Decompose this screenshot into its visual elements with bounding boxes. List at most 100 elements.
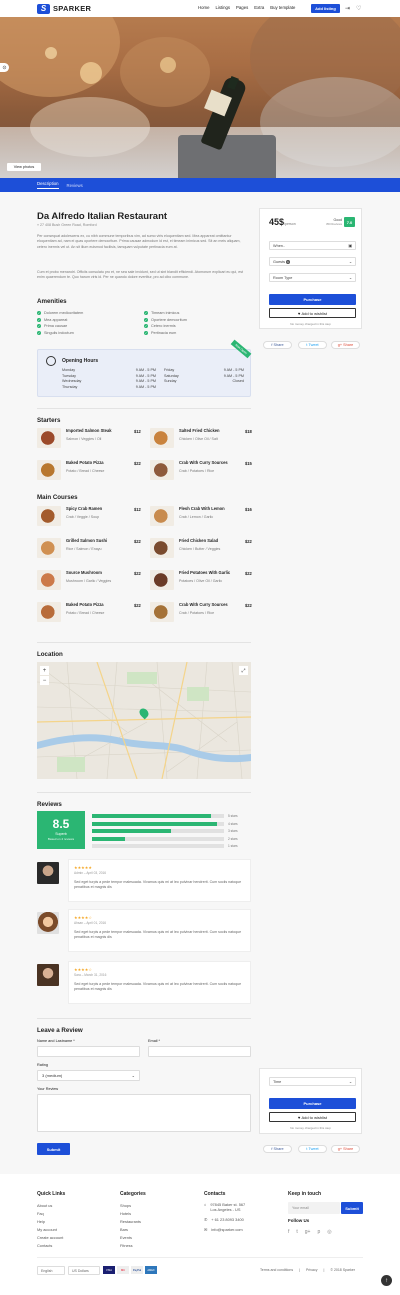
footer-link[interactable]: Bars: [120, 1226, 141, 1234]
guests-input[interactable]: Guests 1 ⌄: [269, 257, 356, 266]
footer-link[interactable]: Restaurants: [120, 1218, 141, 1226]
google-plus-icon[interactable]: g+: [305, 1229, 311, 1235]
menu-item-desc: Salmon / Veggies / Oil: [66, 437, 102, 441]
amenity-item: ✓ Mea appareat: [37, 317, 68, 322]
footer-phone[interactable]: ✆ + 61 23 8093 3400: [204, 1216, 244, 1224]
add-to-wishlist-button[interactable]: ♥ Add to wishlist: [269, 308, 356, 318]
clock-icon: [46, 356, 56, 366]
rating-bar-row: 1 stars: [92, 843, 250, 850]
menu-item: Crab With Curry Sources Crab / Potatoes /…: [150, 460, 228, 480]
menu-item-price: $16: [245, 507, 252, 512]
review-textarea[interactable]: [37, 1094, 251, 1132]
footer-email[interactable]: ✉ info@sparker.com: [204, 1226, 243, 1234]
avatar: [37, 862, 59, 884]
rating-bar-row: 4 stars: [92, 821, 250, 828]
footer-link[interactable]: Fitness: [120, 1242, 141, 1250]
submit-review-button[interactable]: Submit: [37, 1143, 70, 1155]
footer-link[interactable]: About us: [37, 1202, 63, 1210]
purchase-button[interactable]: Purchase: [269, 294, 356, 305]
facebook-share-button[interactable]: f Share: [263, 1145, 292, 1153]
check-icon: ✓: [37, 324, 41, 329]
tab-reviews[interactable]: Reviews: [67, 183, 83, 188]
check-icon: ✓: [144, 330, 148, 335]
brand-logo[interactable]: S SPARKER: [37, 3, 91, 14]
footer-link[interactable]: Events: [120, 1234, 141, 1242]
chevron-down-icon: ⌄: [348, 1080, 352, 1084]
nav-extra[interactable]: Extra: [254, 5, 264, 10]
expand-icon[interactable]: ⊙: [0, 63, 9, 72]
terms-link[interactable]: Terms and conditions: [260, 1268, 293, 1272]
zoom-out-icon[interactable]: −: [40, 676, 49, 685]
instagram-icon[interactable]: ◎: [327, 1229, 331, 1235]
zoom-in-icon[interactable]: +: [40, 666, 49, 675]
menu-item-name: Grilled Salmon Sushi: [66, 538, 108, 543]
twitter-icon[interactable]: t: [296, 1229, 297, 1235]
listing-address: ⌖ 27 408 Bush Green Road, Romford: [37, 223, 97, 227]
rating-label: Rating: [37, 1063, 48, 1067]
add-to-wishlist-button-sticky[interactable]: ♥ Add to wishlist: [269, 1112, 356, 1122]
pinterest-icon[interactable]: p: [317, 1229, 320, 1235]
menu-item: Fried Chicken Salad Chicken / Butter / Ve…: [150, 538, 220, 558]
fullscreen-icon[interactable]: ⤢: [239, 666, 248, 675]
google-share-button[interactable]: g+ Share: [331, 1145, 360, 1153]
menu-item-name: Flesh Crab With Lemon: [179, 506, 225, 511]
amenity-item: ✓ Oportere democritum: [144, 317, 187, 322]
privacy-link[interactable]: Privacy: [306, 1268, 317, 1272]
google-share-button[interactable]: g+ Share: [331, 341, 360, 349]
nav-listings[interactable]: Listings: [215, 5, 230, 10]
amenity-item: ✓ Dolorem mediocritatem: [37, 311, 84, 316]
newsletter-submit-button[interactable]: Submit: [341, 1202, 363, 1214]
purchase-button-sticky[interactable]: Purchase: [269, 1098, 356, 1109]
back-to-top-icon[interactable]: ↑: [381, 1275, 392, 1286]
nav-buy-template[interactable]: Buy template: [270, 5, 295, 10]
footer-link[interactable]: Create account: [37, 1234, 63, 1242]
nav-pages[interactable]: Pages: [236, 5, 248, 10]
footer-link[interactable]: Help: [37, 1218, 63, 1226]
tab-description[interactable]: Description: [37, 181, 59, 189]
footer-link[interactable]: My account: [37, 1226, 63, 1234]
language-select[interactable]: English: [37, 1266, 65, 1275]
footer-link[interactable]: Faq: [37, 1210, 63, 1218]
booking-widget: 45$/person Good 350 Reviews 7.0 When.. ▣ G…: [259, 208, 362, 329]
time-select[interactable]: Time ⌄: [269, 1077, 356, 1086]
divider: [37, 792, 251, 793]
booking-rating-score: 7.0: [344, 217, 355, 227]
footer-link[interactable]: Shops: [120, 1202, 141, 1210]
footer: Quick Links About us Faq Help My account…: [0, 1174, 400, 1295]
room-type-select[interactable]: Room Type ⌄: [269, 273, 356, 282]
email-input[interactable]: [148, 1046, 251, 1057]
review-label: Your Review: [37, 1087, 59, 1091]
review-card: ★★★★☆ Sara – March 31, 2016 Sed eget turpi…: [68, 961, 251, 1004]
location-map[interactable]: + − ⤢: [37, 662, 251, 779]
menu-item: Grilled Salmon Sushi Rice / Salmon / Enay…: [37, 538, 107, 558]
google-icon: g+: [337, 1147, 343, 1151]
menu-item-name: Salted Fried Chicken: [179, 428, 220, 433]
nav-home[interactable]: Home: [198, 5, 209, 10]
facebook-icon[interactable]: f: [288, 1229, 289, 1235]
heart-icon[interactable]: ♡: [356, 5, 361, 12]
mail-icon: ✉: [204, 1227, 208, 1232]
add-listing-button[interactable]: Add listing: [311, 4, 340, 13]
date-input[interactable]: When.. ▣: [269, 241, 356, 250]
check-icon: ✓: [144, 324, 148, 329]
currency-select[interactable]: US Dollars: [68, 1266, 100, 1275]
check-icon: ✓: [144, 311, 148, 316]
footer-link[interactable]: Contacts: [37, 1242, 63, 1250]
menu-item: Fried Potatoes With Garlic Potatoes / Oli…: [150, 570, 230, 590]
review-text: Sed eget turpis a pede tempor malesuada.…: [74, 930, 242, 939]
login-icon[interactable]: ⇥: [345, 5, 350, 12]
view-photos-button[interactable]: View photos: [7, 163, 41, 171]
description-paragraph-2: Cum et probo menandri. Officiis consulat…: [37, 270, 244, 280]
chevron-down-icon: ⌄: [131, 1073, 135, 1078]
copyright: © 2018 Sparker: [330, 1268, 355, 1272]
footer-link[interactable]: Hotels: [120, 1210, 141, 1218]
newsletter-email-input[interactable]: Your email: [288, 1202, 340, 1214]
reviews-title: Reviews: [37, 801, 62, 808]
menu-item-price: $22: [134, 603, 141, 608]
facebook-share-button[interactable]: f Share: [263, 341, 292, 349]
twitter-share-button[interactable]: t Tweet: [298, 341, 327, 349]
name-input[interactable]: [37, 1046, 140, 1057]
twitter-share-button[interactable]: t Tweet: [298, 1145, 327, 1153]
rating-select[interactable]: 3 (medium) ⌄: [37, 1070, 140, 1081]
quick-links-list: About us Faq Help My account Create acco…: [37, 1202, 63, 1250]
